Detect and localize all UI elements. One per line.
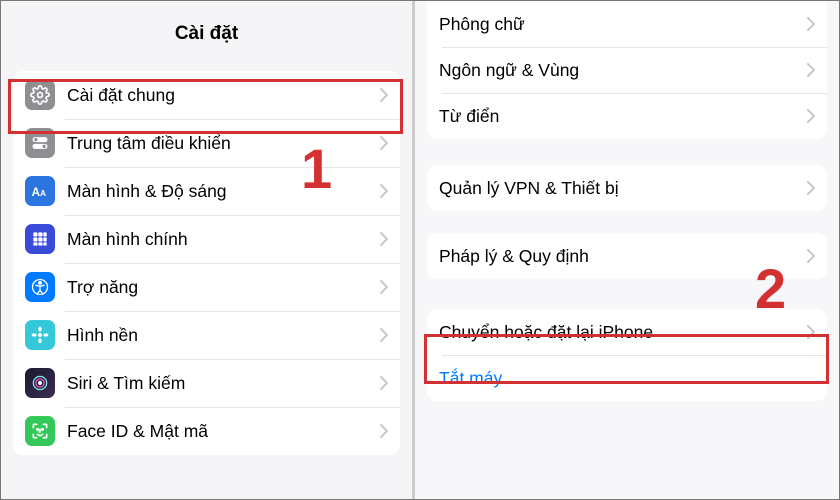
row-display[interactable]: AA Màn hình & Độ sáng: [13, 167, 400, 215]
chevron-right-icon: [807, 109, 815, 123]
row-label: Face ID & Mật mã: [67, 421, 374, 442]
face-id-icon: [25, 416, 55, 446]
chevron-right-icon: [380, 88, 388, 102]
row-label: Ngôn ngữ & Vùng: [439, 60, 801, 81]
chevron-right-icon: [380, 280, 388, 294]
row-wallpaper[interactable]: Hình nền: [13, 311, 400, 359]
settings-group: Chuyển hoặc đặt lại iPhone Tắt máy: [427, 309, 827, 401]
chevron-right-icon: [380, 376, 388, 390]
row-general[interactable]: Cài đặt chung: [13, 71, 400, 119]
flower-icon: [25, 320, 55, 350]
row-label: Pháp lý & Quy định: [439, 246, 801, 267]
svg-text:A: A: [40, 188, 46, 198]
row-home-screen[interactable]: Màn hình chính: [13, 215, 400, 263]
row-fonts[interactable]: Phông chữ: [427, 1, 827, 47]
callout-step-2: 2: [755, 256, 786, 321]
row-label: Cài đặt chung: [67, 85, 374, 106]
chevron-right-icon: [380, 136, 388, 150]
row-language-region[interactable]: Ngôn ngữ & Vùng: [427, 47, 827, 93]
row-label: Trợ năng: [67, 277, 374, 298]
row-label: Siri & Tìm kiếm: [67, 373, 374, 394]
settings-group: Cài đặt chung Trung tâm điều khiển AA Mà…: [13, 71, 400, 455]
chevron-right-icon: [807, 181, 815, 195]
siri-icon: [25, 368, 55, 398]
chevron-right-icon: [380, 424, 388, 438]
chevron-right-icon: [807, 63, 815, 77]
settings-panel-right: Phông chữ Ngôn ngữ & Vùng Từ điển Quản l…: [415, 1, 839, 499]
row-label: Tắt máy: [439, 368, 815, 389]
row-label: Màn hình chính: [67, 229, 374, 250]
row-label: Quản lý VPN & Thiết bị: [439, 178, 801, 199]
callout-step-1: 1: [301, 136, 332, 201]
row-label: Hình nền: [67, 325, 374, 346]
row-dictionary[interactable]: Từ điển: [427, 93, 827, 139]
chevron-right-icon: [380, 328, 388, 342]
row-faceid[interactable]: Face ID & Mật mã: [13, 407, 400, 455]
row-control-center[interactable]: Trung tâm điều khiển: [13, 119, 400, 167]
screenshot-container: Cài đặt Cài đặt chung Trung tâm điều khi…: [0, 0, 840, 500]
row-accessibility[interactable]: Trợ năng: [13, 263, 400, 311]
row-siri[interactable]: Siri & Tìm kiếm: [13, 359, 400, 407]
chevron-right-icon: [807, 249, 815, 263]
row-vpn-device[interactable]: Quản lý VPN & Thiết bị: [427, 165, 827, 211]
settings-group: Quản lý VPN & Thiết bị: [427, 165, 827, 211]
text-size-icon: AA: [25, 176, 55, 206]
settings-group: Phông chữ Ngôn ngữ & Vùng Từ điển: [427, 1, 827, 139]
row-shutdown[interactable]: Tắt máy: [427, 355, 827, 401]
chevron-right-icon: [380, 232, 388, 246]
row-label: Chuyển hoặc đặt lại iPhone: [439, 322, 801, 343]
row-label: Từ điển: [439, 106, 801, 127]
page-title: Cài đặt: [1, 1, 412, 71]
chevron-right-icon: [807, 17, 815, 31]
accessibility-icon: [25, 272, 55, 302]
grid-icon: [25, 224, 55, 254]
chevron-right-icon: [380, 184, 388, 198]
gear-icon: [25, 80, 55, 110]
chevron-right-icon: [807, 325, 815, 339]
switch-icon: [25, 128, 55, 158]
settings-panel-left: Cài đặt Cài đặt chung Trung tâm điều khi…: [1, 1, 415, 499]
row-label: Phông chữ: [439, 14, 801, 35]
